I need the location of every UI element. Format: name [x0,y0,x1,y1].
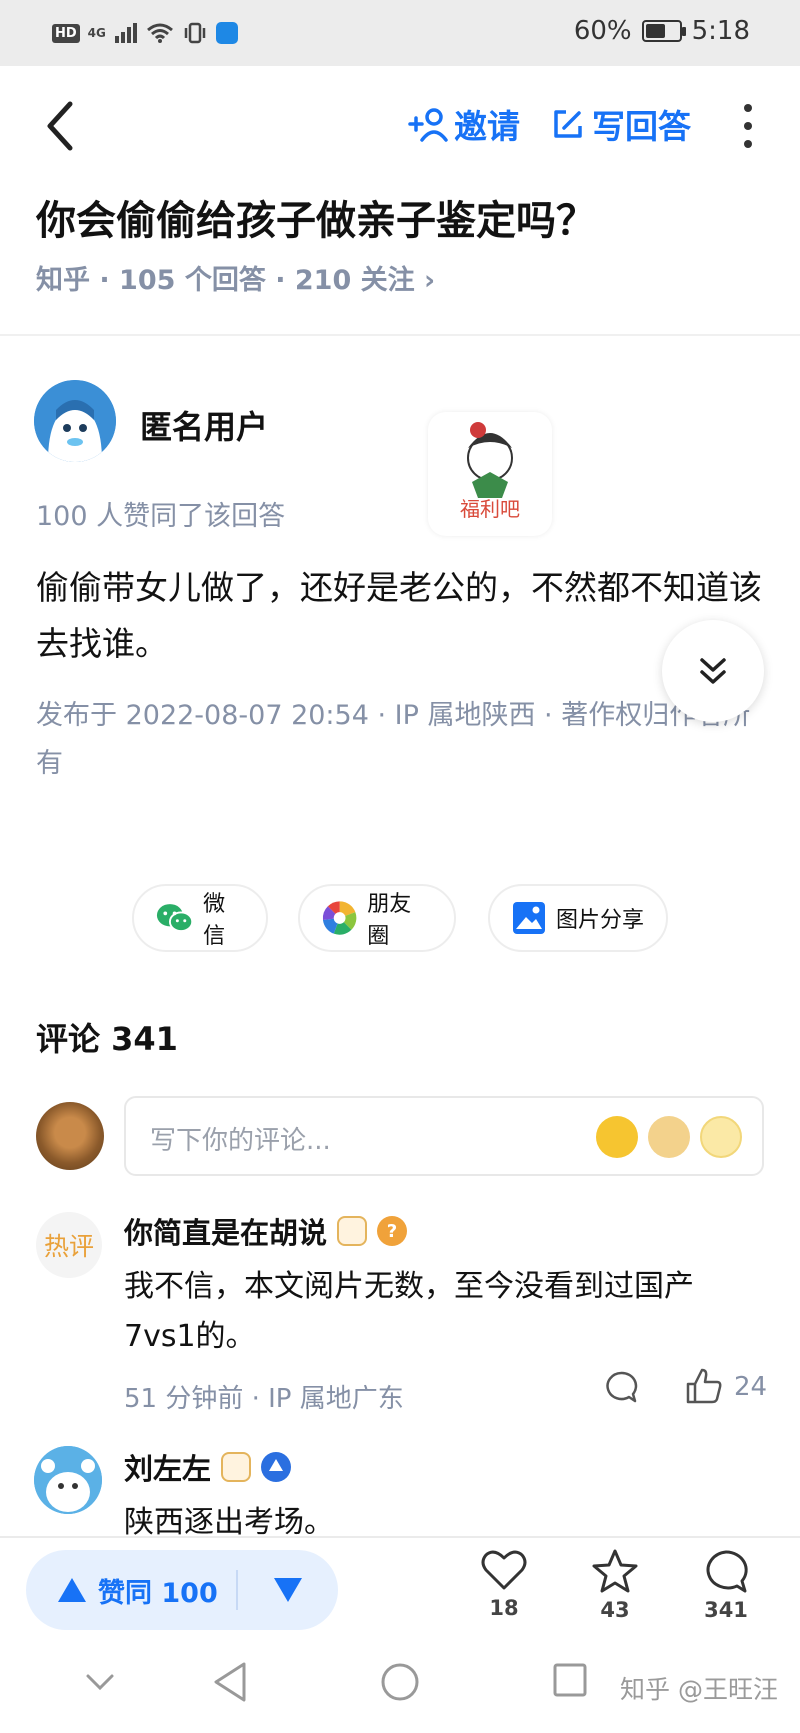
invite-button[interactable]: 邀请 [408,100,520,148]
watermark-logo: 福利吧 [428,412,552,536]
image-icon [513,902,545,934]
comments-header: 评论 341 [36,1020,178,1058]
network-type: 4G [87,26,106,40]
scroll-down-button[interactable] [662,620,764,722]
upvote-arrow-icon [58,1578,86,1602]
edit-icon [554,110,582,138]
write-answer-button[interactable]: 写回答 [552,100,691,148]
source-credit: 知乎 @王旺汪 [620,1675,778,1704]
thumbs-up-icon[interactable] [684,1366,724,1406]
share-wechat-label: 微信 [203,892,226,949]
answer-text: 偷偷带女儿做了，还好是老公的，不然都不知道该去找谁。 [36,568,762,663]
share-image-label: 图片分享 [556,908,645,933]
invite-label: 邀请 [454,107,520,146]
share-wechat-button[interactable]: 微信 [132,884,268,952]
watermark-text: 福利吧 [460,497,520,521]
comment-text: 我不信，本文阅片无数，至今没看到过国产7vs1的。 [124,1269,694,1354]
hot-comment-badge: 热评 [36,1212,102,1278]
comment-author[interactable]: 刘左左 [124,1446,292,1488]
downvote-button[interactable] [238,1550,338,1630]
question-title[interactable]: 你会偷偷给孩子做亲子鉴定吗？ [36,188,596,246]
bear-avatar-icon [34,1446,102,1514]
double-chevron-down-icon [700,658,726,684]
vote-count-line: 100 人赞同了该回答 [36,501,286,532]
anonymous-user-icon [34,380,116,462]
publish-info: 发布于 2022-08-07 20:54 · IP 属地陕西 · 著作权归作者所… [36,700,751,779]
downvote-arrow-icon [274,1578,302,1602]
smile-emoji-icon[interactable] [700,1116,742,1158]
share-moments-label: 朋友圈 [367,892,412,949]
wifi-icon [146,23,173,43]
question-meta[interactable]: 知乎 · 105 个回答 · 210 关注 › [36,258,435,297]
wechat-icon [156,904,194,932]
nav-back-icon[interactable] [210,1660,250,1704]
upvote-button[interactable]: 赞同 100 [26,1550,236,1630]
divider [0,334,800,336]
verified-badge-icon [261,1452,292,1482]
comment-author[interactable]: 你简直是在胡说 ? [124,1210,408,1252]
laugh-cry-emoji-icon[interactable] [596,1116,638,1158]
question-badge-icon: ? [377,1216,408,1246]
battery-icon [641,20,686,42]
upvote-label: 赞同 100 [98,1577,218,1609]
like-button[interactable]: 18 [464,1548,544,1620]
answer-author[interactable]: 匿名用户 [140,402,268,448]
shield-icon [215,22,238,44]
favorite-button[interactable]: 43 [575,1548,655,1622]
battery-percent: 60% [573,16,632,46]
moments-icon [322,901,357,935]
comment-count: 341 [704,1598,748,1622]
bottom-action-bar: 赞同 100 18 43 341 [0,1536,800,1640]
status-icons-right: 60% 5:18 [574,16,750,46]
comment-author-name: 刘左左 [124,1452,212,1486]
comment-like-count: 24 [734,1372,768,1402]
top-nav: 邀请 写回答 [0,66,800,184]
more-menu-icon[interactable] [738,104,758,148]
back-arrow-icon[interactable] [36,96,86,156]
write-answer-label: 写回答 [592,107,691,146]
heart-icon [481,1550,527,1590]
vote-pill: 赞同 100 [26,1550,338,1630]
favorite-count: 43 [600,1598,630,1622]
clock: 5:18 [691,16,750,46]
comment-input[interactable]: 写下你的评论... [124,1096,764,1176]
doge-emoji-icon[interactable] [648,1116,690,1158]
comment-meta: 51 分钟前 · IP 属地广东 [124,1384,404,1414]
status-bar: HD 4G 60% 5:18 [0,0,800,66]
signal-icon [114,23,137,43]
like-count: 18 [489,1596,519,1620]
chevron-down-icon[interactable] [82,1670,118,1694]
level-badge-icon [221,1452,252,1482]
nav-recents-icon[interactable] [552,1662,588,1698]
hd-indicator: HD [52,23,80,43]
comment-button[interactable]: 341 [686,1548,766,1622]
anonymous-avatar[interactable] [34,380,116,462]
comment-avatar[interactable] [34,1446,102,1514]
system-nav-bar: 知乎 @王旺汪 [0,1640,800,1733]
share-moments-button[interactable]: 朋友圈 [298,884,456,952]
vibrate-icon [184,22,206,44]
comment-placeholder: 写下你的评论... [150,1126,331,1156]
add-person-icon [408,108,448,142]
reply-icon[interactable] [604,1370,638,1404]
star-icon [592,1549,638,1593]
level-badge-icon [337,1216,368,1246]
comment-bubble-icon [706,1550,748,1593]
my-avatar[interactable] [36,1102,104,1170]
share-image-button[interactable]: 图片分享 [488,884,668,952]
comment-author-name: 你简直是在胡说 [124,1216,328,1250]
nav-home-icon[interactable] [380,1662,420,1702]
status-icons-left: HD 4G [52,20,238,46]
